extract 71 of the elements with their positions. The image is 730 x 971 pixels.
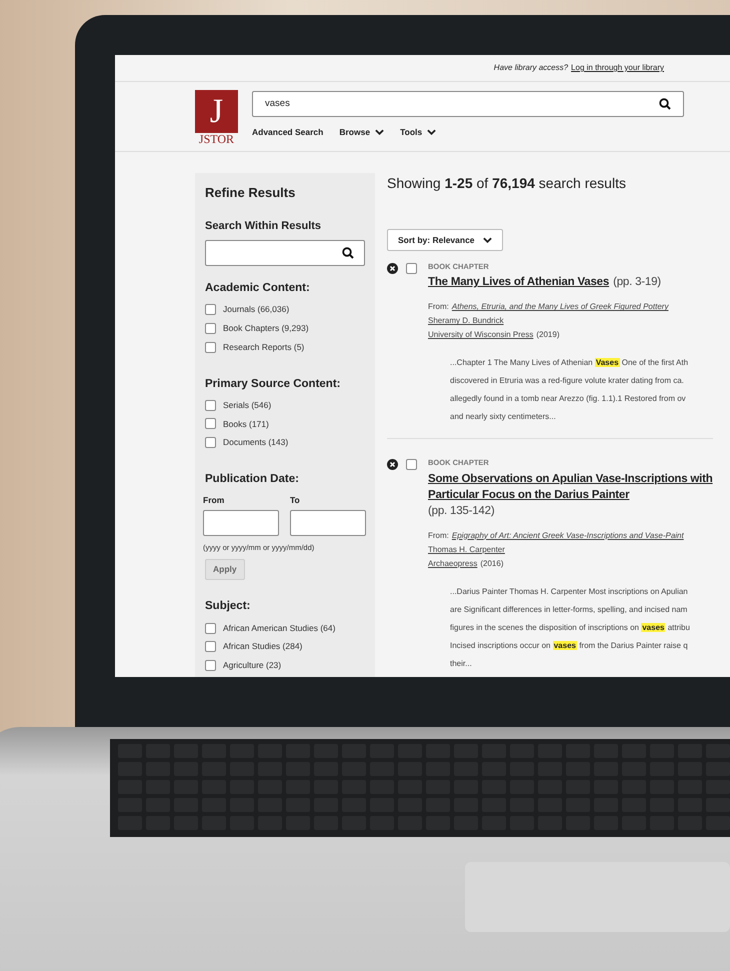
filter-label[interactable]: Agriculture (23) xyxy=(223,659,282,672)
nav-menu-item[interactable]: Browse xyxy=(339,126,384,139)
search-icon[interactable] xyxy=(659,98,671,110)
filter-label[interactable]: Serials (546) xyxy=(223,398,272,412)
sort-dropdown[interactable]: Sort by: Relevance xyxy=(387,229,503,251)
to-date-field[interactable] xyxy=(290,510,366,536)
checkbox[interactable] xyxy=(406,459,417,470)
filter-label[interactable]: Documents (143) xyxy=(223,436,288,449)
filter-label[interactable]: Research Reports (5) xyxy=(223,340,304,354)
nav-menu-item[interactable]: Tools xyxy=(400,126,436,139)
section-heading: Subject: xyxy=(205,599,252,614)
search-field[interactable]: vases xyxy=(252,91,684,117)
page-range: (pp. 135-142) xyxy=(428,504,494,518)
snippet-line: figures in the scenes the disposition of inscriptions on vases attribu xyxy=(450,622,691,634)
sidebar-title: Refine Results xyxy=(205,184,296,202)
filter-label[interactable]: Books (171) xyxy=(223,418,269,430)
publisher-link[interactable]: University of Wisconsin Press xyxy=(428,328,534,342)
section-heading: Publication Date: xyxy=(205,472,300,487)
snippet-line: discovered in Etruria was a red-figure volute krater dating from ca. xyxy=(450,375,685,388)
checkbox[interactable] xyxy=(205,304,216,316)
from-label: From: xyxy=(428,301,449,314)
checkbox[interactable] xyxy=(205,322,216,334)
publisher-link[interactable]: Archaeopress xyxy=(428,556,478,570)
checkbox[interactable] xyxy=(205,400,216,411)
section-heading: Primary Source Content: xyxy=(205,376,342,392)
snippet-line: are Significant differences in letter-forms, spelling, and incised nam xyxy=(450,604,688,616)
results-summary: Showing 1-25 of 76,194 search results xyxy=(387,174,627,193)
library-access-prompt: Have library access? xyxy=(494,62,568,74)
filter-label[interactable]: Book Chapters (9,293) xyxy=(223,322,309,335)
snippet-line: Incised inscriptions occur on vases from the Darius Painter raise q xyxy=(450,640,689,652)
logo-wordmark[interactable]: JSTOR xyxy=(198,133,234,146)
section-heading: Academic Content: xyxy=(205,281,311,296)
result-title-link[interactable]: Some Observations on Apulian Vase-Inscriptions with xyxy=(428,470,713,486)
result-title-link[interactable]: The Many Lives of Athenian Vases xyxy=(428,274,610,290)
snippet-line: and nearly sixty centimeters... xyxy=(450,411,557,424)
filter-label[interactable]: African Studies (284) xyxy=(223,640,302,654)
snippet-line: allegedly found in a tomb near Arezzo (fig. 1.1).1 Restored from ov xyxy=(450,393,687,406)
result-title-link[interactable]: Particular Focus on the Darius Painter xyxy=(428,486,630,502)
checkbox[interactable] xyxy=(406,263,417,274)
filter-label[interactable]: African American Studies (64) xyxy=(223,622,336,634)
nav-menu-item[interactable]: Advanced Search xyxy=(252,126,324,139)
chevron-down-icon xyxy=(482,237,492,243)
snippet-line: ...Darius Painter Thomas H. Carpenter Most inscriptions on Apulian xyxy=(450,586,689,598)
publication-year: (2019) xyxy=(536,329,560,342)
source-book-link[interactable]: Epigraphy of Art: Ancient Greek Vase-Inscriptions and Vase-Paint xyxy=(452,528,684,542)
checkbox[interactable] xyxy=(205,437,216,448)
checkbox[interactable] xyxy=(205,660,216,671)
page-range: (pp. 3-19) xyxy=(613,275,661,290)
publication-year: (2016) xyxy=(480,558,504,570)
from-label: From: xyxy=(428,530,449,542)
apply-button[interactable]: Apply xyxy=(205,559,245,580)
snippet-line: ...Chapter 1 The Many Lives of Athenian Vases One of the first Ath xyxy=(450,357,688,370)
filter-label[interactable]: Journals (66,036) xyxy=(223,303,290,316)
from-label: From xyxy=(203,494,226,507)
source-book-link[interactable]: Athens, Etruria, and the Many Lives of Greek Figured Pottery xyxy=(452,300,668,314)
checkbox[interactable] xyxy=(205,342,216,353)
from-date-field[interactable] xyxy=(203,510,279,536)
author-link[interactable]: Sheramy D. Bundrick xyxy=(428,314,504,328)
checkbox[interactable] xyxy=(205,641,216,652)
checkbox[interactable] xyxy=(205,622,216,634)
search-icon[interactable] xyxy=(342,247,354,259)
to-label: To xyxy=(290,494,301,507)
search-within-label: Search Within Results xyxy=(205,218,322,234)
library-login-link[interactable]: Log in through your library xyxy=(571,62,664,74)
author-link[interactable]: Thomas H. Carpenter xyxy=(428,542,505,556)
search-within-field[interactable] xyxy=(205,240,365,266)
snippet-line: their... xyxy=(450,658,473,670)
checkbox[interactable] xyxy=(205,418,216,430)
remove-icon[interactable] xyxy=(387,263,398,274)
remove-icon[interactable] xyxy=(387,459,398,470)
logo-mark[interactable]: J xyxy=(195,90,238,133)
